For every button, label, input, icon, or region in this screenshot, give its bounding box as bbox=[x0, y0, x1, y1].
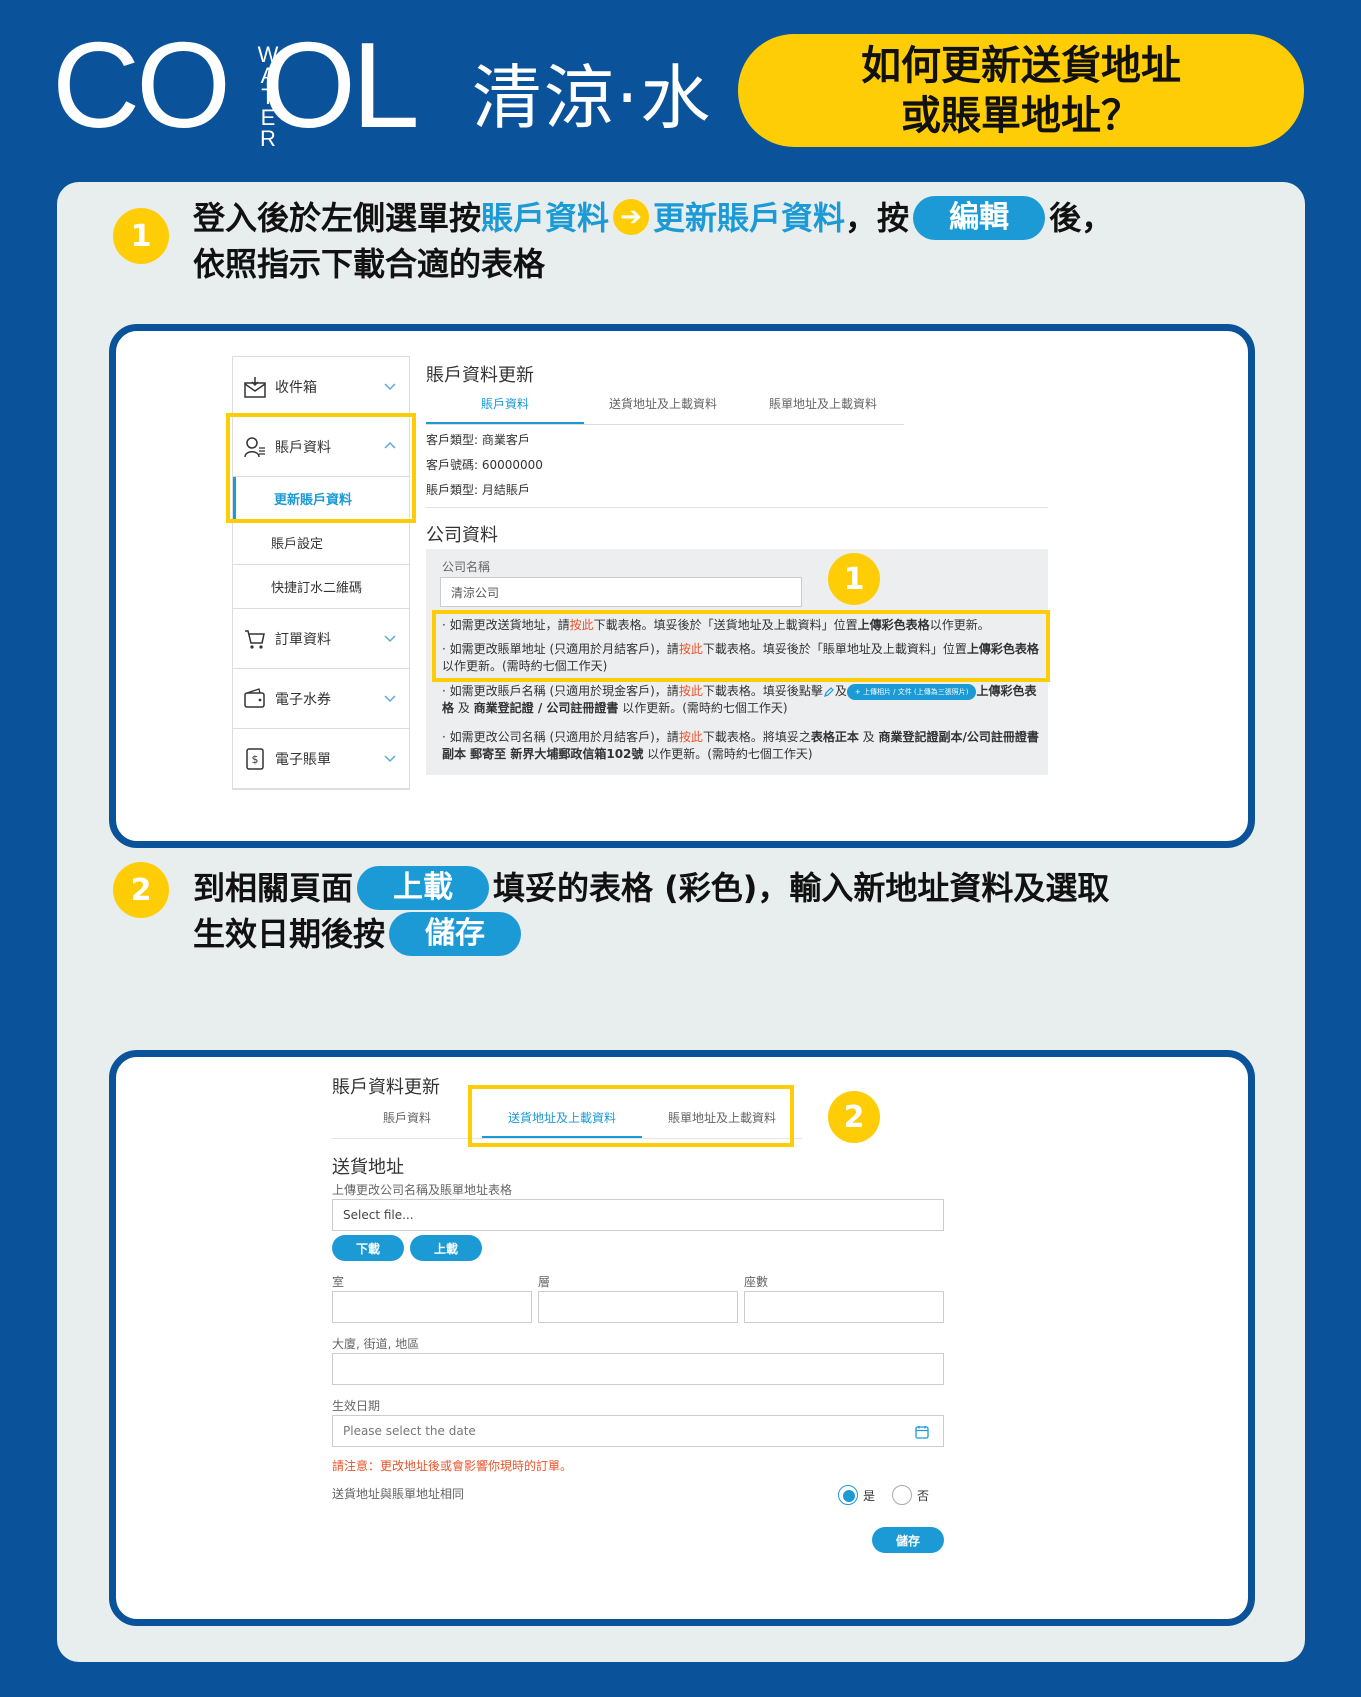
date-label: 生效日期 bbox=[332, 1399, 381, 1413]
page-title: 賬戶資料更新 bbox=[332, 1077, 440, 1098]
sidebar-item-inbox[interactable]: 收件箱 bbox=[233, 357, 409, 417]
badge-2: 2 bbox=[828, 1091, 880, 1143]
chevron-down-icon bbox=[384, 634, 396, 642]
save-button-pill: 儲存 bbox=[389, 912, 522, 956]
room-label: 室 bbox=[332, 1275, 345, 1289]
date-input[interactable]: Please select the date bbox=[332, 1415, 944, 1447]
sidebar-item-quick-order-qr[interactable]: 快捷訂水二維碼 bbox=[233, 565, 409, 609]
room-input[interactable] bbox=[332, 1291, 532, 1323]
logo-water-vertical: W A T E R bbox=[257, 42, 279, 151]
tab-account[interactable]: 賬戶資料 bbox=[332, 1103, 482, 1138]
calendar-icon[interactable] bbox=[915, 1425, 929, 1439]
upload-label: 上傳更改公司名稱及賬單地址表格 bbox=[332, 1183, 513, 1197]
title-line-2: 或賬單地址？ bbox=[901, 92, 1141, 139]
highlight-box-tabs bbox=[468, 1085, 794, 1147]
chevron-down-icon bbox=[384, 754, 396, 762]
wallet-icon bbox=[243, 687, 267, 711]
upload-button-pill: 上載 bbox=[357, 866, 490, 910]
divider bbox=[426, 507, 1048, 508]
download-button[interactable]: 下載 bbox=[332, 1235, 404, 1261]
step-1-line-2: 依照指示下載合適的表格 bbox=[193, 245, 546, 283]
tab-delivery-address[interactable]: 送貨地址及上載資料 bbox=[584, 389, 742, 424]
warning-text: 請注意：更改地址後或會影響你現時的訂單。 bbox=[332, 1459, 573, 1473]
customer-type: 客戶類型: 商業客戶 bbox=[426, 433, 530, 447]
cart-icon bbox=[243, 627, 267, 651]
highlight-box-notes bbox=[432, 610, 1050, 682]
pencil-icon[interactable] bbox=[823, 686, 835, 698]
upload-button[interactable]: 上載 bbox=[410, 1235, 482, 1261]
sidebar-item-e-coupon[interactable]: 電子水券 bbox=[233, 669, 409, 729]
step-1-line-1: 登入後於左側選單按賬戶資料 ➔ 更新賬戶資料，按 編輯 後， bbox=[193, 196, 1113, 242]
main-panel: 1 登入後於左側選單按賬戶資料 ➔ 更新賬戶資料，按 編輯 後， 依照指示下載合適的表格… bbox=[57, 182, 1305, 1662]
section-company-title: 公司資料 bbox=[426, 525, 498, 546]
title-line-1: 如何更新送貨地址 bbox=[861, 42, 1181, 89]
logo: CO OL W A T E R 清涼·水 bbox=[52, 24, 713, 151]
section-delivery-title: 送貨地址 bbox=[332, 1157, 404, 1178]
highlight-box-sidebar bbox=[226, 413, 416, 523]
step-1-link-update: 更新賬戶資料 bbox=[653, 199, 846, 237]
step-1-link-account: 賬戶資料 bbox=[481, 199, 610, 237]
screenshot-2: 賬戶資料更新 賬戶資料 送貨地址及上載資料 賬單地址及上載資料 2 送貨地址 上… bbox=[109, 1050, 1255, 1626]
note-company-name: · 如需更改公司名稱 (只適用於月結客戶)，請按此下載表格。將填妥之表格正本 及… bbox=[442, 730, 1039, 761]
account-type: 賬戶類型: 月結賬戶 bbox=[426, 483, 530, 497]
sidebar-item-e-bill[interactable]: $ 電子賬單 bbox=[233, 729, 409, 789]
company-name-label: 公司名稱 bbox=[442, 560, 491, 574]
title-banner: 如何更新送貨地址 或賬單地址？ bbox=[738, 34, 1304, 147]
block-label: 座數 bbox=[744, 1275, 769, 1289]
page-title: 賬戶資料更新 bbox=[426, 365, 534, 386]
tab-bar: 賬戶資料 送貨地址及上載資料 賬單地址及上載資料 bbox=[426, 389, 904, 425]
step-1-number: 1 bbox=[113, 208, 169, 264]
block-input[interactable] bbox=[744, 1291, 944, 1323]
tab-billing-address[interactable]: 賬單地址及上載資料 bbox=[742, 389, 904, 424]
file-input[interactable]: Select file... bbox=[332, 1199, 944, 1231]
logo-right: OL bbox=[261, 17, 420, 153]
logo-chinese: 清涼·水 bbox=[472, 57, 713, 139]
radio-yes[interactable] bbox=[838, 1485, 858, 1505]
radio-no[interactable] bbox=[892, 1485, 912, 1505]
step-1-text: 登入後於左側選單按賬戶資料 ➔ 更新賬戶資料，按 編輯 後， 依照指示下載合適的表格 bbox=[193, 196, 1113, 286]
same-address-label: 送貨地址與賬單地址相同 bbox=[332, 1487, 465, 1501]
radio-yes-label: 是 bbox=[863, 1489, 876, 1503]
step-2-line-2: 生效日期後按 儲存 bbox=[193, 912, 1109, 958]
upload-photo-pill[interactable]: + 上傳相片 / 文件 (上傳為三張照片) bbox=[846, 683, 977, 700]
bill-icon: $ bbox=[243, 747, 267, 771]
download-link[interactable]: 按此 bbox=[679, 684, 703, 698]
badge-1: 1 bbox=[828, 553, 880, 605]
edit-button-pill: 編輯 bbox=[913, 196, 1046, 240]
sidebar-item-account-settings[interactable]: 賬戶設定 bbox=[233, 521, 409, 565]
chevron-down-icon bbox=[384, 694, 396, 702]
save-button[interactable]: 儲存 bbox=[872, 1527, 944, 1553]
envelope-icon bbox=[243, 375, 267, 399]
note-account-name: · 如需更改賬戶名稱 (只適用於現金客戶)，請按此下載表格。填妥後點擊及 + 上傳… bbox=[442, 683, 1037, 715]
street-input[interactable] bbox=[332, 1353, 944, 1385]
company-name-input[interactable]: 清涼公司 bbox=[440, 577, 802, 607]
svg-text:$: $ bbox=[252, 753, 259, 766]
step-2-number: 2 bbox=[113, 862, 169, 918]
screenshot-1: 收件箱 賬戶資料 更新賬戶資料 賬戶設定 快捷訂水二維碼 訂單資料 電子水券 $… bbox=[109, 324, 1255, 848]
chevron-down-icon bbox=[384, 382, 396, 390]
floor-input[interactable] bbox=[538, 1291, 738, 1323]
tab-account[interactable]: 賬戶資料 bbox=[426, 389, 584, 424]
street-label: 大廈, 街道, 地區 bbox=[332, 1337, 420, 1351]
arrow-right-icon: ➔ bbox=[613, 199, 650, 235]
floor-label: 層 bbox=[538, 1275, 551, 1289]
download-link[interactable]: 按此 bbox=[679, 730, 703, 744]
radio-no-label: 否 bbox=[917, 1489, 930, 1503]
logo-wordmark: CO OL bbox=[52, 24, 420, 146]
logo-left: CO bbox=[52, 17, 231, 153]
step-2-line-1: 到相關頁面 上載 填妥的表格 (彩色)，輸入新地址資料及選取 bbox=[193, 866, 1109, 912]
customer-number: 客戶號碼: 60000000 bbox=[426, 458, 543, 472]
sidebar-item-orders[interactable]: 訂單資料 bbox=[233, 609, 409, 669]
step-2-text: 到相關頁面 上載 填妥的表格 (彩色)，輸入新地址資料及選取 生效日期後按 儲存 bbox=[193, 866, 1109, 958]
